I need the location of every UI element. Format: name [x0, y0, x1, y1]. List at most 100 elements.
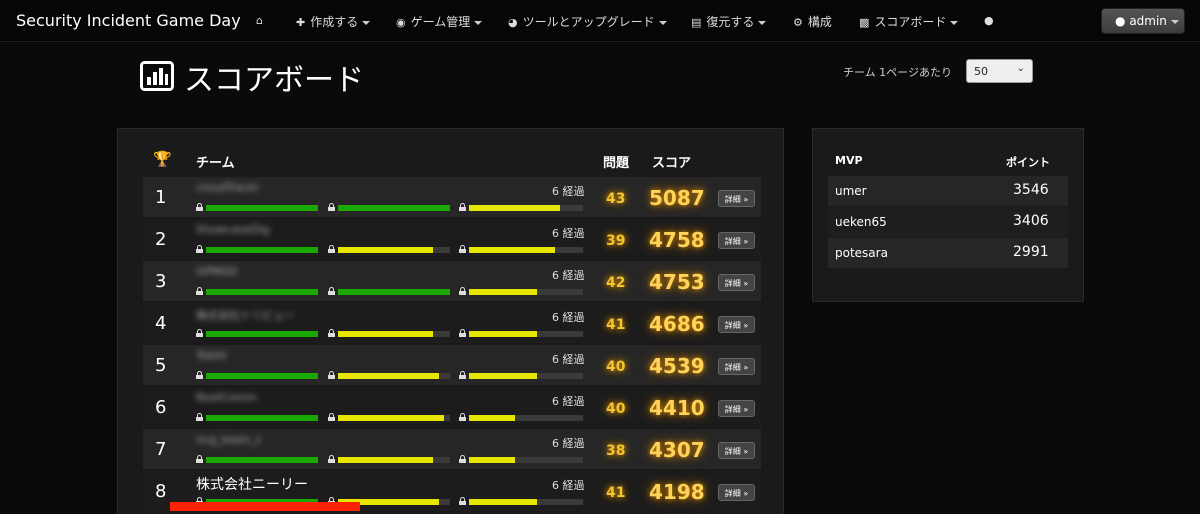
- progress-bar: [206, 415, 318, 421]
- team-name[interactable]: 株式会社ニーリー: [196, 474, 308, 494]
- detail-button[interactable]: 詳細 »: [718, 442, 755, 459]
- team-name[interactable]: 株式会社トリビュー: [196, 307, 295, 323]
- detail-button[interactable]: 詳細 »: [718, 274, 755, 291]
- progress-fill: [206, 373, 318, 379]
- elapsed-label: 6 経過: [552, 353, 585, 366]
- detail-button[interactable]: 詳細 »: [718, 358, 755, 375]
- team-name[interactable]: ShowcaseDig: [196, 223, 269, 236]
- nav-config[interactable]: ⚙ 構成: [793, 13, 832, 30]
- progress-fill: [206, 247, 318, 253]
- detail-button[interactable]: 詳細 »: [718, 232, 755, 249]
- rank: 7: [155, 439, 167, 460]
- detail-button[interactable]: 詳細 »: [718, 484, 755, 501]
- rank: 8: [155, 481, 167, 502]
- team-score: 4198: [649, 480, 705, 504]
- nav-create[interactable]: ✚ 作成する: [296, 13, 371, 30]
- progress-bar: [206, 247, 318, 253]
- nav-home[interactable]: ⌂: [256, 13, 268, 27]
- mvp-column-header: MVP: [835, 154, 863, 167]
- gear-icon: ⚙: [793, 16, 803, 29]
- comment-icon: ●: [984, 14, 994, 27]
- nav-restore-label: 復元する: [706, 15, 755, 29]
- solved-count: 41: [606, 317, 626, 333]
- unlock-icon: [328, 371, 335, 379]
- team-name[interactable]: RootComm: [196, 391, 257, 404]
- nav-game-admin[interactable]: ◉ ゲーム管理: [396, 13, 483, 30]
- rank: 3: [155, 271, 167, 292]
- progress-fill: [206, 331, 318, 337]
- mvp-name[interactable]: potesara: [835, 246, 888, 260]
- chevron-down-icon: [1170, 19, 1179, 24]
- team-name[interactable]: ncg_team_z: [196, 433, 261, 446]
- dashboard-icon: ◕: [508, 16, 518, 29]
- bar-chart-icon: [140, 61, 174, 91]
- solved-count: 42: [606, 275, 626, 291]
- progress-bar: [469, 331, 583, 337]
- detail-button[interactable]: 詳細 »: [718, 400, 755, 417]
- solved-count: 38: [606, 443, 626, 459]
- unlock-icon: [196, 245, 203, 253]
- unlock-icon: [328, 287, 335, 295]
- detail-button[interactable]: 詳細 »: [718, 316, 755, 333]
- points-column-header: ポイント: [1006, 156, 1050, 169]
- chevron-down-icon: [758, 20, 767, 25]
- progress-fill: [469, 499, 537, 505]
- rank: 5: [155, 355, 167, 376]
- progress-bar: [206, 205, 318, 211]
- redaction-bar: [170, 502, 360, 511]
- unlock-icon: [459, 245, 466, 253]
- unlock-icon: [459, 455, 466, 463]
- brand-title[interactable]: Security Incident Game Day: [16, 11, 241, 30]
- mvp-name[interactable]: umer: [835, 184, 867, 198]
- elapsed-label: 6 経過: [552, 437, 585, 450]
- solved-count: 43: [606, 191, 626, 207]
- elapsed-label: 6 経過: [552, 479, 585, 492]
- team-name[interactable]: Tobiiii: [196, 349, 227, 362]
- detail-button[interactable]: 詳細 »: [718, 190, 755, 207]
- mvp-points: 3546: [1013, 182, 1049, 198]
- elapsed-label: 6 経過: [552, 395, 585, 408]
- elapsed-label: 6 経過: [552, 185, 585, 198]
- top-navbar: Security Incident Game Day ⌂ ✚ 作成する ◉ ゲーム管…: [0, 0, 1200, 42]
- nav-messages[interactable]: ●: [984, 13, 999, 27]
- team-score: 5087: [649, 186, 705, 210]
- progress-fill: [469, 457, 515, 463]
- solved-count: 40: [606, 401, 626, 417]
- nav-tools[interactable]: ◕ ツールとアップグレード: [508, 13, 667, 30]
- team-score: 4686: [649, 312, 705, 336]
- nav-game-admin-label: ゲーム管理: [410, 15, 471, 29]
- nav-restore[interactable]: ▤ 復元する: [691, 13, 767, 30]
- progress-fill: [206, 289, 318, 295]
- table-row: 5 Tobiiii 6 経過 40 4539 詳細 »: [143, 345, 761, 385]
- unlock-icon: [459, 413, 466, 421]
- per-page-select[interactable]: 50 ⌄: [966, 59, 1033, 83]
- progress-bar: [206, 457, 318, 463]
- progress-fill: [338, 373, 439, 379]
- team-name[interactable]: GPMDD: [196, 265, 238, 278]
- progress-fill: [338, 247, 433, 253]
- rank: 2: [155, 229, 167, 250]
- progress-bar: [338, 331, 450, 337]
- progress-bar: [338, 373, 450, 379]
- unlock-icon: [328, 203, 335, 211]
- progress-fill: [338, 457, 433, 463]
- table-row: 2 ShowcaseDig 6 経過 39 4758 詳細 »: [143, 219, 761, 259]
- progress-fill: [206, 457, 318, 463]
- progress-bar: [206, 331, 318, 337]
- mvp-points: 2991: [1013, 244, 1049, 260]
- table-row: 1 cloudTrackr 6 経過 43 5087 詳細 »: [143, 177, 761, 217]
- progress-fill: [338, 331, 433, 337]
- plus-icon: ✚: [296, 16, 306, 29]
- mvp-name[interactable]: ueken65: [835, 215, 887, 229]
- team-score: 4307: [649, 438, 705, 462]
- trophy-icon: 🏆: [153, 150, 172, 168]
- user-menu-button[interactable]: ● admin: [1101, 8, 1185, 34]
- team-name[interactable]: cloudTrackr: [196, 181, 259, 194]
- unlock-icon: [196, 329, 203, 337]
- nav-scoreboard-label: スコアボード: [874, 15, 947, 29]
- team-score: 4758: [649, 228, 705, 252]
- page-title-text: スコアボード: [184, 63, 364, 98]
- nav-scoreboard[interactable]: ▩ スコアボード: [859, 13, 959, 30]
- mvp-row: umer 3546: [828, 176, 1068, 206]
- per-page-label: チーム 1ページあたり: [843, 66, 952, 79]
